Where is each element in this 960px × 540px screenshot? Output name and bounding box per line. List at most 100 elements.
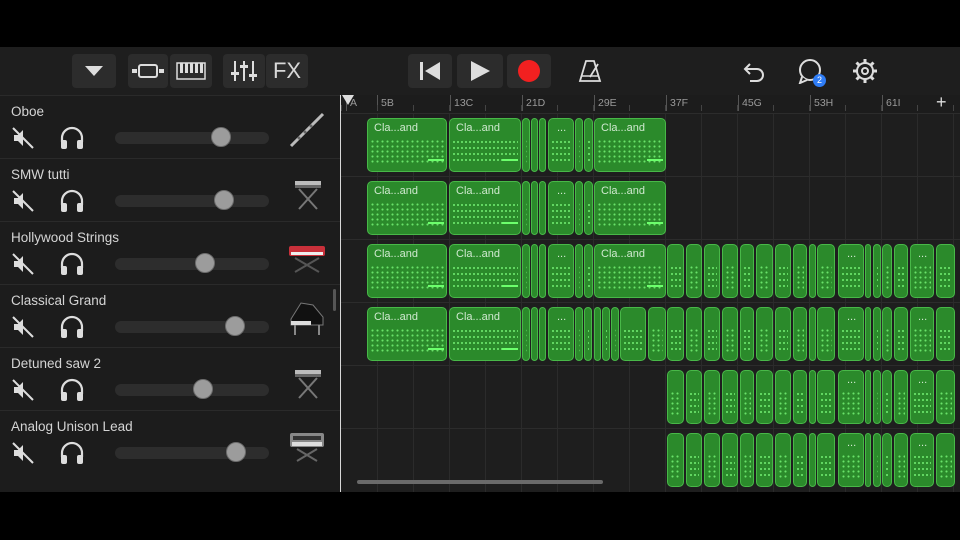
- midi-region[interactable]: [584, 244, 593, 298]
- track-header[interactable]: Classical Grand: [0, 284, 340, 347]
- midi-region[interactable]: [522, 118, 530, 172]
- volume-knob[interactable]: [226, 442, 246, 462]
- midi-region[interactable]: Cla...and: [449, 118, 521, 172]
- midi-region[interactable]: [522, 244, 530, 298]
- midi-region[interactable]: [722, 433, 738, 487]
- midi-region[interactable]: ...: [548, 244, 574, 298]
- midi-region[interactable]: [667, 433, 684, 487]
- midi-region[interactable]: ...: [910, 307, 934, 361]
- synth-module-icon[interactable]: [287, 425, 327, 465]
- midi-region[interactable]: [648, 307, 666, 361]
- midi-region[interactable]: [584, 181, 593, 235]
- midi-region[interactable]: [793, 244, 807, 298]
- midi-region[interactable]: [809, 370, 816, 424]
- midi-region[interactable]: [686, 307, 702, 361]
- midi-region[interactable]: ...: [548, 307, 574, 361]
- volume-slider[interactable]: [115, 442, 269, 462]
- midi-region[interactable]: [809, 307, 816, 361]
- midi-region[interactable]: [704, 244, 720, 298]
- grand-piano-icon[interactable]: [287, 299, 327, 339]
- synth-keyboard-icon[interactable]: [287, 236, 327, 276]
- midi-region[interactable]: Cla...and: [367, 118, 447, 172]
- midi-region[interactable]: [722, 370, 738, 424]
- solo-button[interactable]: [59, 252, 85, 281]
- midi-region[interactable]: Cla...and: [594, 244, 666, 298]
- midi-region[interactable]: [531, 307, 538, 361]
- midi-region[interactable]: [882, 307, 892, 361]
- midi-region[interactable]: ...: [910, 433, 934, 487]
- midi-region[interactable]: Cla...and: [449, 307, 521, 361]
- record-button[interactable]: [507, 54, 551, 88]
- midi-region[interactable]: [584, 307, 592, 361]
- track-header[interactable]: Oboe: [0, 95, 340, 158]
- midi-region[interactable]: [531, 181, 538, 235]
- midi-region[interactable]: Cla...and: [367, 181, 447, 235]
- mute-button[interactable]: [11, 252, 35, 281]
- midi-region[interactable]: Cla...and: [367, 307, 447, 361]
- midi-region[interactable]: [584, 118, 593, 172]
- midi-region[interactable]: [817, 244, 835, 298]
- keyboard-stand-icon[interactable]: [287, 173, 327, 213]
- midi-region[interactable]: [936, 307, 955, 361]
- midi-region[interactable]: [594, 307, 601, 361]
- midi-region[interactable]: ...: [910, 370, 934, 424]
- midi-region[interactable]: [722, 244, 738, 298]
- midi-region[interactable]: [793, 307, 807, 361]
- midi-region[interactable]: [531, 244, 538, 298]
- midi-region[interactable]: [575, 118, 583, 172]
- settings-button[interactable]: [847, 54, 883, 88]
- midi-region[interactable]: ...: [838, 370, 864, 424]
- midi-region[interactable]: ...: [838, 307, 864, 361]
- midi-region[interactable]: [809, 244, 816, 298]
- midi-region[interactable]: [704, 307, 720, 361]
- midi-region[interactable]: [756, 244, 773, 298]
- mixer-button[interactable]: [223, 54, 265, 88]
- midi-region[interactable]: [539, 244, 546, 298]
- midi-region[interactable]: [686, 433, 702, 487]
- midi-region[interactable]: Cla...and: [594, 181, 666, 235]
- midi-region[interactable]: [882, 433, 892, 487]
- midi-region[interactable]: Cla...and: [367, 244, 447, 298]
- midi-region[interactable]: [775, 244, 791, 298]
- horizontal-scrollbar[interactable]: [357, 480, 603, 484]
- midi-region[interactable]: ...: [838, 244, 864, 298]
- midi-region[interactable]: [817, 307, 835, 361]
- midi-region[interactable]: [809, 433, 816, 487]
- midi-region[interactable]: [873, 433, 881, 487]
- tracks-menu-button[interactable]: [72, 54, 116, 88]
- midi-region[interactable]: [793, 370, 807, 424]
- midi-region[interactable]: [611, 307, 619, 361]
- undo-button[interactable]: [736, 54, 772, 88]
- volume-knob[interactable]: [195, 253, 215, 273]
- midi-region[interactable]: [873, 307, 881, 361]
- midi-region[interactable]: [740, 244, 754, 298]
- volume-slider[interactable]: [115, 190, 269, 210]
- midi-region[interactable]: [704, 370, 720, 424]
- midi-region[interactable]: [575, 307, 583, 361]
- midi-region[interactable]: [882, 370, 892, 424]
- volume-knob[interactable]: [193, 379, 213, 399]
- midi-region[interactable]: Cla...and: [449, 244, 521, 298]
- midi-region[interactable]: [667, 370, 684, 424]
- track-header[interactable]: Detuned saw 2: [0, 347, 340, 410]
- midi-region[interactable]: [756, 433, 773, 487]
- midi-region[interactable]: [936, 433, 955, 487]
- midi-region[interactable]: [602, 307, 610, 361]
- volume-slider[interactable]: [115, 316, 269, 336]
- oboe-icon[interactable]: [287, 110, 327, 150]
- midi-region[interactable]: [865, 307, 871, 361]
- mute-button[interactable]: [11, 315, 35, 344]
- midi-region[interactable]: [667, 244, 684, 298]
- volume-slider[interactable]: [115, 127, 269, 147]
- midi-region[interactable]: [894, 433, 908, 487]
- midi-region[interactable]: [539, 307, 546, 361]
- midi-region[interactable]: [740, 370, 754, 424]
- tracks-view-button[interactable]: [128, 54, 168, 88]
- midi-region[interactable]: [620, 307, 646, 361]
- midi-region[interactable]: Cla...and: [449, 181, 521, 235]
- midi-region[interactable]: [936, 244, 955, 298]
- rewind-button[interactable]: [408, 54, 452, 88]
- solo-button[interactable]: [59, 189, 85, 218]
- midi-region[interactable]: [539, 181, 546, 235]
- volume-knob[interactable]: [211, 127, 231, 147]
